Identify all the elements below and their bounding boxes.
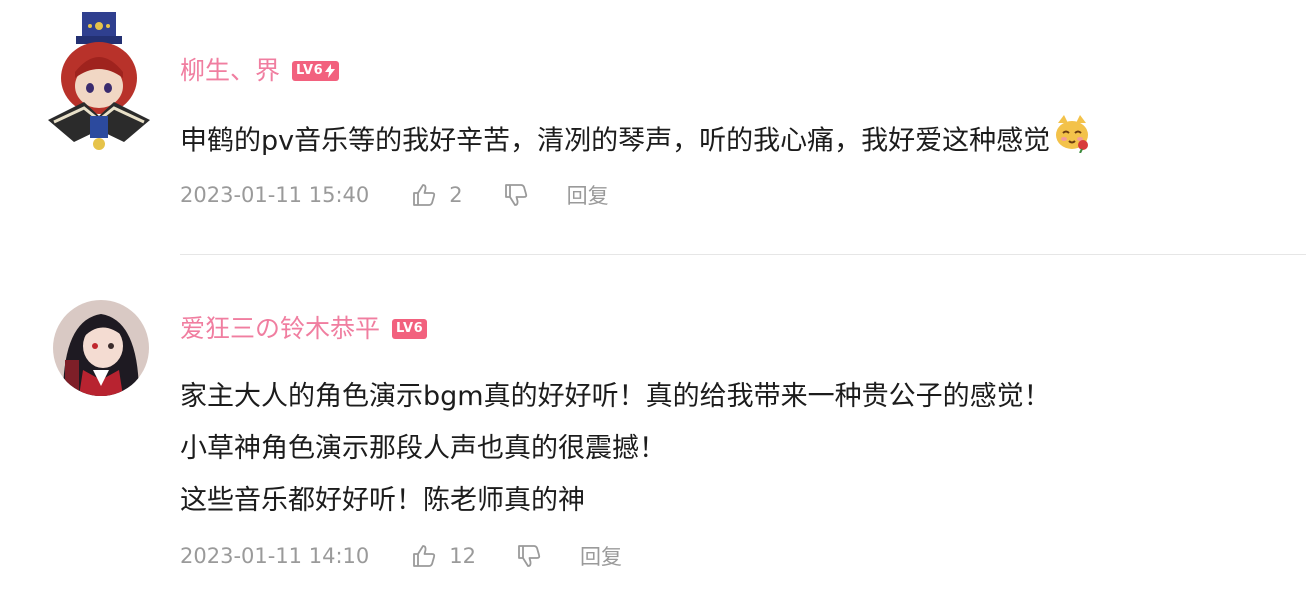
avatar[interactable]: [44, 12, 152, 152]
lightning-icon: [325, 64, 336, 78]
comment-item: 柳生、界 LV6 申鹤的pv音乐等的我好辛苦，清冽的琴声，听的我心痛，我好爱这种…: [0, 0, 1306, 254]
comment-item: 爱狂三の铃木恭平 LV6 家主大人的角色演示bgm真的好好听！真的给我带来一种贵…: [0, 255, 1306, 604]
username-text[interactable]: 柳生、界: [180, 56, 280, 86]
comment-meta: 2023-01-11 14:10 12 回复: [180, 541, 622, 571]
comment-text: 申鹤的pv音乐等的我好辛苦，清冽的琴声，听的我心痛，我好爱这种感觉: [180, 125, 1051, 157]
comment-line: 这些音乐都好好听！陈老师真的神: [180, 485, 585, 516]
level-badge: LV6: [292, 61, 340, 81]
level-text: LV6: [396, 321, 424, 336]
thumbs-up-icon[interactable]: [409, 180, 439, 210]
username-text[interactable]: 爱狂三の铃木恭平: [180, 314, 380, 344]
comment-content: 申鹤的pv音乐等的我好辛苦，清冽的琴声，听的我心痛，我好爱这种感觉: [180, 113, 1092, 165]
username[interactable]: 爱狂三の铃木恭平 LV6: [180, 314, 428, 344]
avatar-image: [53, 300, 149, 396]
comment-line: 小草神角色演示那段人声也真的很震撼！: [180, 433, 666, 464]
level-text: LV6: [296, 63, 324, 78]
comment-line: 申鹤的pv音乐等的我好辛苦，清冽的琴声，听的我心痛，我好爱这种感觉: [180, 113, 1092, 165]
username[interactable]: 柳生、界 LV6: [180, 56, 340, 86]
like-count: 2: [449, 183, 463, 207]
timestamp: 2023-01-11 15:40: [180, 183, 370, 207]
level-badge: LV6: [392, 319, 428, 339]
thumbs-up-icon[interactable]: [409, 541, 439, 571]
reply-button[interactable]: 回复: [580, 541, 622, 571]
thumbs-down-icon[interactable]: [501, 180, 531, 210]
like-count: 12: [449, 544, 476, 568]
avatar[interactable]: [53, 300, 149, 396]
avatar-image: [48, 12, 150, 150]
thumbs-down-icon[interactable]: [514, 541, 544, 571]
timestamp: 2023-01-11 14:10: [180, 544, 370, 568]
comment-meta: 2023-01-11 15:40 2 回复: [180, 180, 609, 210]
comment-list: 柳生、界 LV6 申鹤的pv音乐等的我好辛苦，清冽的琴声，听的我心痛，我好爱这种…: [0, 0, 1306, 604]
comment-line: 家主大人的角色演示bgm真的好好听！真的给我带来一种贵公子的感觉！: [180, 381, 1051, 412]
reply-button[interactable]: 回复: [567, 180, 609, 210]
comment-content: 家主大人的角色演示bgm真的好好听！真的给我带来一种贵公子的感觉！ 小草神角色演…: [180, 371, 1051, 527]
cat-emoji-icon: [1052, 113, 1092, 171]
